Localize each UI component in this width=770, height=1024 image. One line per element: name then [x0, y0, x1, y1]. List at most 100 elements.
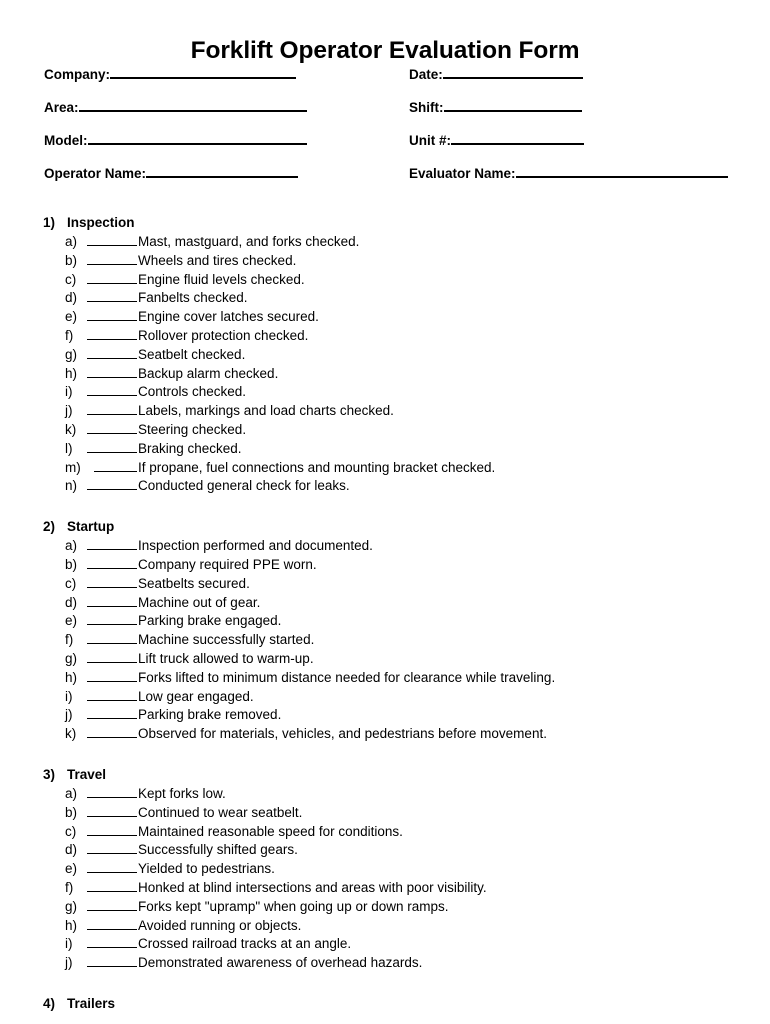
item-text: Avoided running or objects. [138, 917, 302, 933]
item-marker: d) [65, 594, 78, 610]
field-input-operator-name[interactable] [146, 165, 299, 178]
item-text: Maintained reasonable speed for conditio… [138, 823, 403, 839]
item-marker: b) [65, 252, 78, 268]
item-blank-input[interactable] [87, 707, 137, 720]
section-item-list: a) Inspection performed and documented. b)… [0, 537, 770, 744]
checklist-item: i) Low gear engaged. [0, 688, 770, 707]
item-text: Machine successfully started. [138, 632, 315, 648]
field-input-unit[interactable] [451, 132, 584, 145]
field-label: Date: [409, 67, 443, 82]
item-marker: c) [65, 271, 77, 287]
item-blank-input[interactable] [87, 366, 137, 378]
checklist-item: i) Controls checked. [0, 383, 770, 402]
field-operator-name: Operator Name: [44, 165, 299, 182]
item-blank-input[interactable] [87, 272, 137, 284]
item-marker: f) [65, 879, 74, 895]
field-input-model[interactable] [87, 132, 307, 145]
checklist-item: f) Machine successfully started. [0, 631, 770, 650]
item-marker: k) [65, 726, 77, 742]
checklist-item: h) Forks lifted to minimum distance neede… [0, 669, 770, 688]
item-blank-input[interactable] [87, 670, 137, 682]
item-blank-input[interactable] [87, 384, 137, 397]
item-marker: m) [65, 459, 81, 475]
item-text: Engine cover latches secured. [138, 309, 319, 325]
checklist-item: l) Braking checked. [0, 440, 770, 459]
item-blank-input[interactable] [87, 253, 137, 265]
item-blank-input[interactable] [87, 347, 137, 359]
item-text: Honked at blind intersections and areas … [138, 879, 487, 895]
checklist-item: c) Seatbelts secured. [0, 575, 770, 594]
item-text: Fanbelts checked. [138, 290, 248, 306]
field-input-area[interactable] [78, 99, 307, 112]
item-blank-input[interactable] [87, 955, 137, 968]
item-blank-input[interactable] [87, 576, 137, 588]
item-blank-input[interactable] [87, 689, 137, 701]
item-marker: b) [65, 556, 78, 572]
section-number: 2) [43, 519, 56, 535]
item-blank-input[interactable] [87, 441, 137, 453]
item-blank-input[interactable] [87, 880, 137, 892]
item-blank-input[interactable] [87, 805, 137, 817]
item-marker: d) [65, 290, 78, 306]
item-blank-input[interactable] [87, 632, 137, 645]
item-text: Inspection performed and documented. [138, 538, 373, 554]
field-label: Evaluator Name: [409, 166, 516, 181]
header-field-row: Company: Date: [0, 66, 770, 99]
field-input-shift[interactable] [443, 99, 582, 112]
item-blank-input[interactable] [87, 786, 137, 798]
item-blank-input[interactable] [87, 538, 137, 551]
checklist-item: d) Machine out of gear. [0, 594, 770, 613]
checklist-item: a) Inspection performed and documented. [0, 537, 770, 556]
item-blank-input[interactable] [87, 824, 137, 836]
item-text: Labels, markings and load charts checked… [138, 403, 394, 419]
item-blank-input[interactable] [87, 936, 137, 949]
item-marker: i) [65, 384, 73, 400]
item-marker: e) [65, 861, 78, 877]
item-blank-input[interactable] [87, 478, 137, 491]
item-text: Seatbelt checked. [138, 346, 246, 362]
checklist-item: h) Backup alarm checked. [0, 365, 770, 384]
section-heading: 1) Inspection [0, 213, 770, 232]
item-marker: j) [65, 707, 73, 723]
item-marker: g) [65, 898, 78, 914]
section-title: Travel [67, 766, 107, 782]
item-blank-input[interactable] [87, 918, 137, 930]
checklist-item: c) Maintained reasonable speed for condit… [0, 823, 770, 842]
item-blank-input[interactable] [87, 403, 137, 416]
item-blank-input[interactable] [87, 328, 137, 340]
checklist-item: d) Successfully shifted gears. [0, 841, 770, 860]
item-blank-input[interactable] [87, 234, 137, 246]
field-input-company[interactable] [110, 66, 297, 79]
field-input-evaluator-name[interactable] [515, 165, 728, 178]
item-blank-input[interactable] [87, 290, 137, 303]
item-blank-input[interactable] [87, 422, 137, 434]
checklist-item: j) Demonstrated awareness of overhead haz… [0, 954, 770, 973]
item-blank-input[interactable] [87, 861, 137, 874]
field-label: Unit #: [409, 133, 451, 148]
item-marker: b) [65, 804, 78, 820]
checklist-item: g) Lift truck allowed to warm-up. [0, 650, 770, 669]
checklist-item: a) Kept forks low. [0, 785, 770, 804]
item-blank-input[interactable] [87, 557, 137, 569]
item-blank-input[interactable] [87, 595, 137, 607]
item-text: Yielded to pedestrians. [138, 861, 275, 877]
field-input-date[interactable] [442, 66, 583, 79]
item-text: Crossed railroad tracks at an angle. [138, 936, 352, 952]
item-blank-input[interactable] [87, 726, 137, 739]
item-marker: j) [65, 403, 73, 419]
checklist-item: g) Forks kept "upramp" when going up or d… [0, 898, 770, 917]
item-blank-input[interactable] [87, 613, 137, 626]
checklist-item: b) Company required PPE worn. [0, 556, 770, 575]
item-blank-input[interactable] [87, 899, 137, 911]
item-blank-input[interactable] [87, 651, 137, 663]
item-text: Low gear engaged. [138, 688, 254, 704]
section-number: 3) [43, 766, 56, 782]
item-blank-input[interactable] [94, 460, 137, 472]
item-blank-input[interactable] [87, 842, 137, 855]
field-label: Operator Name: [44, 166, 147, 181]
checklist-item: k) Observed for materials, vehicles, and … [0, 725, 770, 744]
item-blank-input[interactable] [87, 309, 137, 322]
checklist-item: e) Engine cover latches secured. [0, 308, 770, 327]
section-startup: 2) Startup a) Inspection performed and docu… [0, 517, 770, 744]
item-marker: h) [65, 365, 78, 381]
